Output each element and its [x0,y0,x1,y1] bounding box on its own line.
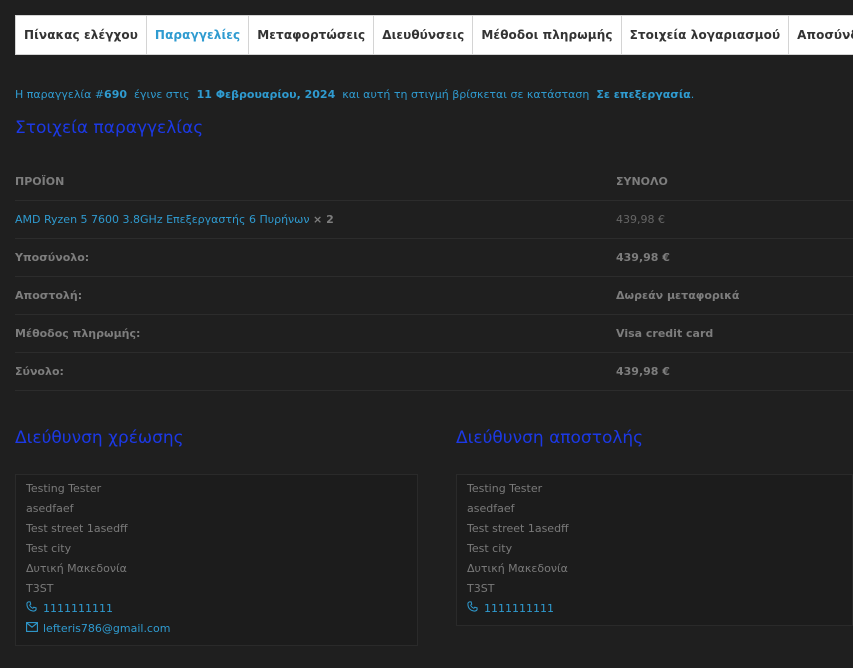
shipping-label: Αποστολή: [15,276,616,315]
notice-text-1: έγινε στις [134,88,190,101]
shipping-address-box: Testing Tester asedfaef Test street 1ase… [456,474,853,626]
product-link[interactable]: AMD Ryzen 5 7600 3.8GHz Επεξεργαστής 6 Π… [15,213,310,226]
notice-text-2: και αυτή τη στιγμή βρίσκεται σε κατάστασ… [342,88,590,101]
table-header-row: ΠΡΟΪΟΝ ΣΥΝΟΛΟ [15,163,853,201]
notice-suffix: . [690,88,695,101]
shipping-phone: 1111111111 [467,599,842,619]
phone-icon [26,599,38,619]
envelope-icon [26,619,38,639]
billing-email-address[interactable]: lefteris786@gmail.com [43,622,170,635]
total-value: 439,98 € [616,352,853,391]
account-navigation: Πίνακας ελέγχου Παραγγελίες Μεταφορτώσει… [15,15,853,55]
shipping-region: Δυτική Μακεδονία [467,562,568,575]
shipping-name: Testing Tester [467,482,543,495]
billing-name: Testing Tester [26,482,102,495]
billing-phone: 1111111111 [26,599,407,619]
total-label: Σύνολο: [15,352,616,391]
billing-street: Test street 1asedff [26,522,128,535]
shipping-address-heading: Διεύθυνση αποστολής [456,428,644,448]
table-row: Υποσύνολο: 439,98 € [15,238,853,277]
order-date: 11 Φεβρουαρίου, 2024 [196,88,336,101]
billing-email: lefteris786@gmail.com [26,619,407,639]
billing-address-heading: Διεύθυνση χρέωσης [15,428,184,448]
product-quantity: × 2 [313,213,334,226]
product-total: 439,98 € [616,200,853,239]
shipping-phone-number[interactable]: 1111111111 [484,602,554,615]
billing-region: Δυτική Μακεδονία [26,562,127,575]
subtotal-label: Υποσύνολο: [15,238,616,277]
column-header-total: ΣΥΝΟΛΟ [616,163,853,201]
phone-icon [467,599,479,619]
billing-address-box: Testing Tester asedfaef Test street 1ase… [15,474,418,646]
shipping-value: Δωρεάν μεταφορικά [616,276,853,315]
table-row: Αποστολή: Δωρεάν μεταφορικά [15,276,853,315]
notice-prefix: Η παραγγελία # [15,88,105,101]
column-header-product: ΠΡΟΪΟΝ [15,163,616,201]
payment-method-value: Visa credit card [616,314,853,353]
billing-phone-number[interactable]: 1111111111 [43,602,113,615]
tab-logout[interactable]: Αποσύνδεση [789,16,853,54]
tab-addresses[interactable]: Διευθύνσεις [374,16,474,54]
billing-company: asedfaef [26,502,74,515]
tab-orders[interactable]: Παραγγελίες [147,16,250,54]
order-details-heading: Στοιχεία παραγγελίας [15,118,204,138]
order-status: Σε επεξεργασία [596,88,691,101]
shipping-street: Test street 1asedff [467,522,569,535]
billing-postcode: T3ST [26,582,54,595]
table-row: Σύνολο: 439,98 € [15,352,853,391]
order-status-notice: Η παραγγελία #690 έγινε στις 11 Φεβρουαρ… [15,88,694,101]
order-number: 690 [104,88,128,101]
table-row: Μέθοδος πληρωμής: Visa credit card [15,314,853,353]
subtotal-value: 439,98 € [616,238,853,277]
table-row: AMD Ryzen 5 7600 3.8GHz Επεξεργαστής 6 Π… [15,200,853,239]
payment-method-label: Μέθοδος πληρωμής: [15,314,616,353]
shipping-company: asedfaef [467,502,515,515]
order-details-table: ΠΡΟΪΟΝ ΣΥΝΟΛΟ AMD Ryzen 5 7600 3.8GHz Επ… [15,163,853,391]
tab-account-details[interactable]: Στοιχεία λογαριασμού [622,16,790,54]
product-cell: AMD Ryzen 5 7600 3.8GHz Επεξεργαστής 6 Π… [15,200,616,239]
billing-city: Test city [26,542,72,555]
shipping-postcode: T3ST [467,582,495,595]
shipping-city: Test city [467,542,513,555]
tab-dashboard[interactable]: Πίνακας ελέγχου [16,16,147,54]
tab-downloads[interactable]: Μεταφορτώσεις [249,16,375,54]
tab-payment-methods[interactable]: Μέθοδοι πληρωμής [473,16,622,54]
